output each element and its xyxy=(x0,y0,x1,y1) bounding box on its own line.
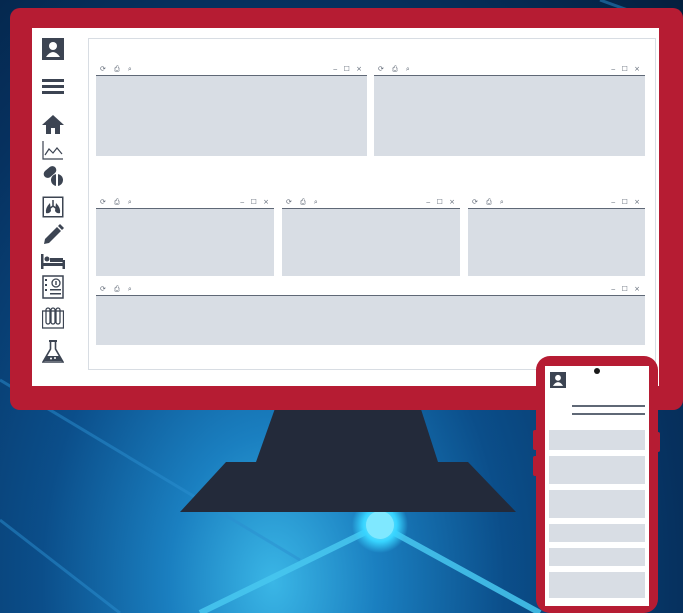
panel-tools-left[interactable]: ⟳ ⎙ ⌕ xyxy=(472,197,507,208)
test-tubes-icon[interactable] xyxy=(40,307,66,329)
panel-toolbar: ⟳ ⎙ ⌕ ‒ ☐ × xyxy=(96,197,274,209)
panel-top-left[interactable]: ⟳ ⎙ ⌕ ‒ ☐ × xyxy=(96,64,367,156)
phone-header-line xyxy=(572,405,645,407)
panel-window-controls[interactable]: ‒ ☐ × xyxy=(611,197,642,208)
panel-toolbar: ⟳ ⎙ ⌕ ‒ ☐ × xyxy=(96,64,367,76)
panel-window-controls[interactable]: ‒ ☐ × xyxy=(611,284,642,295)
panel-mid-2[interactable]: ⟳ ⎙ ⌕ ‒ ☐ × xyxy=(282,197,460,276)
phone-list-item[interactable] xyxy=(549,548,645,566)
panel-tools-left[interactable]: ⟳ ⎙ ⌕ xyxy=(378,64,413,75)
panel-toolbar: ⟳ ⎙ ⌕ ‒ ☐ × xyxy=(282,197,460,209)
phone-list-item[interactable] xyxy=(549,490,645,518)
phone-list-item[interactable] xyxy=(549,524,645,542)
panel-toolbar: ⟳ ⎙ ⌕ ‒ ☐ × xyxy=(374,64,645,76)
phone-side-button-right xyxy=(655,432,660,452)
phone-list-item[interactable] xyxy=(549,572,645,598)
panel-toolbar: ⟳ ⎙ ⌕ ‒ ☐ × xyxy=(468,197,645,209)
home-icon[interactable] xyxy=(40,113,66,135)
panel-mid-3[interactable]: ⟳ ⎙ ⌕ ‒ ☐ × xyxy=(468,197,645,276)
user-icon[interactable] xyxy=(40,38,66,60)
panel-window-controls[interactable]: ‒ ☐ × xyxy=(333,64,364,75)
panel-window-controls[interactable]: ‒ ☐ × xyxy=(426,197,457,208)
menu-icon[interactable] xyxy=(40,75,66,97)
panel-toolbar: ⟳ ⎙ ⌕ ‒ ☐ × xyxy=(96,284,645,296)
chart-icon[interactable] xyxy=(40,139,66,161)
flask-icon[interactable] xyxy=(40,340,66,363)
panel-tools-left[interactable]: ⟳ ⎙ ⌕ xyxy=(286,197,321,208)
pencil-icon[interactable] xyxy=(40,224,66,246)
panel-mid-1[interactable]: ⟳ ⎙ ⌕ ‒ ☐ × xyxy=(96,197,274,276)
lungs-icon[interactable] xyxy=(40,196,66,218)
phone-screen xyxy=(545,366,649,606)
phone-side-button-left xyxy=(533,430,538,450)
record-icon[interactable] xyxy=(40,275,66,299)
panel-bottom-wide[interactable]: ⟳ ⎙ ⌕ ‒ ☐ × xyxy=(96,284,645,345)
panel-window-controls[interactable]: ‒ ☐ × xyxy=(611,64,642,75)
panel-tools-left[interactable]: ⟳ ⎙ ⌕ xyxy=(100,197,135,208)
phone-header-line xyxy=(572,413,645,415)
panel-top-right[interactable]: ⟳ ⎙ ⌕ ‒ ☐ × xyxy=(374,64,645,156)
bed-icon[interactable] xyxy=(40,250,66,272)
panel-tools-left[interactable]: ⟳ ⎙ ⌕ xyxy=(100,284,135,295)
panel-tools-left[interactable]: ⟳ ⎙ ⌕ xyxy=(100,64,135,75)
phone-list-item[interactable] xyxy=(549,456,645,484)
phone-side-button-left-2 xyxy=(533,456,538,476)
phone-list-item[interactable] xyxy=(549,430,645,450)
pills-icon[interactable] xyxy=(40,165,66,187)
panel-window-controls[interactable]: ‒ ☐ × xyxy=(240,197,271,208)
phone-camera xyxy=(594,368,600,374)
user-icon[interactable] xyxy=(550,372,566,392)
